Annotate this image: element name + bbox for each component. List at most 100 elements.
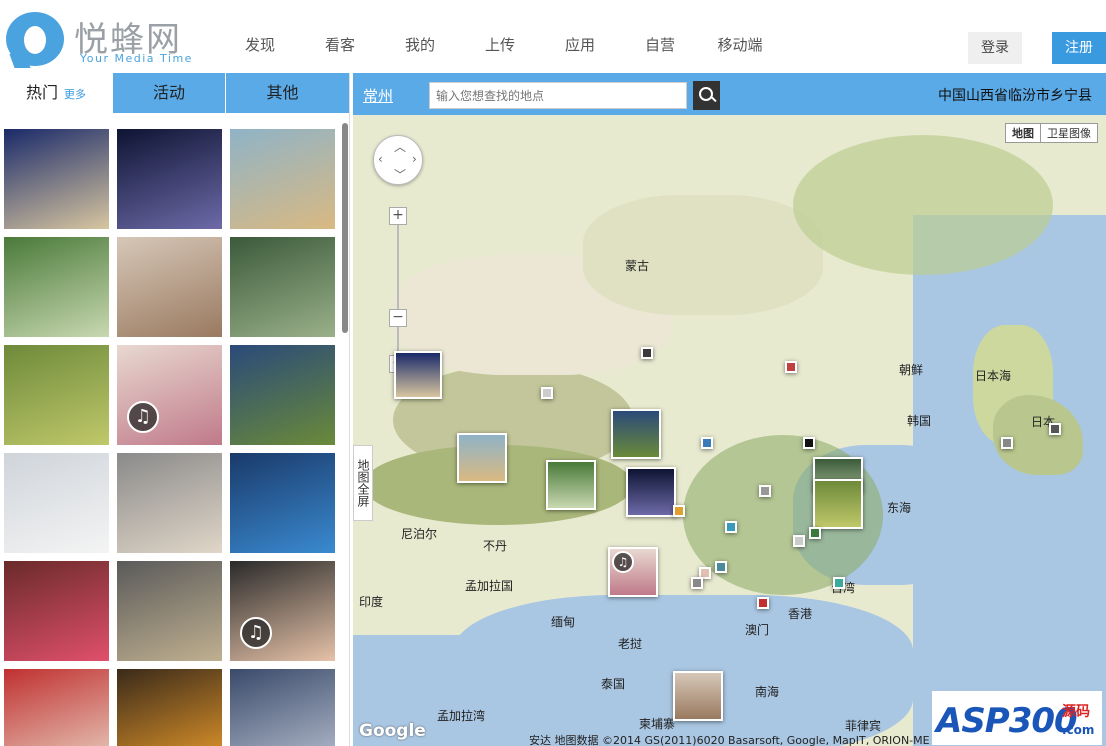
zoom-in-button[interactable]: +: [389, 207, 407, 225]
nav-apps[interactable]: 应用: [540, 34, 620, 58]
map-photo-pin-small[interactable]: [793, 535, 805, 547]
tab-other[interactable]: 其他: [226, 73, 339, 113]
map-type-map[interactable]: 地图: [1006, 124, 1041, 142]
map-photo-pin-small[interactable]: [641, 347, 653, 359]
map-photo-pin-small[interactable]: [785, 361, 797, 373]
photo-thumbnail[interactable]: [4, 129, 109, 229]
pan-control-icon[interactable]: ︿ ﹀ ‹ ›: [373, 135, 423, 185]
map-photo-pin-small[interactable]: [757, 597, 769, 609]
photo-image: [4, 129, 109, 229]
photo-thumbnail[interactable]: [117, 453, 222, 553]
photo-thumbnail[interactable]: [117, 129, 222, 229]
more-link[interactable]: 更多: [64, 88, 86, 101]
watermark-sub1: 源码: [1062, 704, 1090, 720]
map-photo-pin-small[interactable]: [833, 577, 845, 589]
register-button[interactable]: 注册: [1052, 32, 1106, 64]
map-photo-pin[interactable]: [394, 351, 442, 399]
map-photo-pin[interactable]: [813, 479, 863, 529]
map-toolbar: 常州 中国山西省临汾市乡宁县: [353, 73, 1106, 115]
photo-thumbnail[interactable]: [4, 237, 109, 337]
nav-discover[interactable]: 发现: [220, 34, 300, 58]
photo-thumbnail[interactable]: [4, 345, 109, 445]
photo-image: [117, 453, 222, 553]
photo-thumbnail[interactable]: [4, 453, 109, 553]
map-photo-pin[interactable]: ♫: [608, 547, 658, 597]
photo-thumbnail[interactable]: [4, 669, 109, 746]
nav-mobile[interactable]: 移动端: [700, 34, 780, 58]
map-label-south-china-sea: 南海: [755, 685, 780, 699]
map-photo-pin[interactable]: [673, 671, 723, 721]
map-photo-pin-small[interactable]: [803, 437, 815, 449]
map-panel: 常州 中国山西省临汾市乡宁县 蒙古 朝鲜 韩国 日本海 日本 东海 尼泊尔 不丹…: [353, 73, 1106, 746]
map-fullscreen-button[interactable]: 地图全屏: [353, 445, 373, 521]
watermark-logo: ASP300 源码 .com: [932, 691, 1102, 745]
map-attribution: 安达 地图数据 ©2014 GS(2011)6020 Basarsoft, Go…: [529, 734, 930, 746]
photo-image: [230, 669, 335, 746]
map-photo-pin-small[interactable]: [673, 505, 685, 517]
photo-thumbnail[interactable]: ♫: [230, 561, 335, 661]
music-note-icon: ♫: [127, 401, 159, 433]
map-photo-pin-small[interactable]: [701, 437, 713, 449]
map-photo-pin-small[interactable]: [809, 527, 821, 539]
map-photo-pin-small[interactable]: [1001, 437, 1013, 449]
photo-image: [230, 453, 335, 553]
google-logo: Google: [359, 721, 426, 741]
photo-image: [4, 345, 109, 445]
map-label-thailand: 泰国: [601, 677, 626, 691]
map-photo-pin-small[interactable]: [541, 387, 553, 399]
zoom-slider-track[interactable]: [397, 215, 399, 365]
nav-self-run[interactable]: 自营: [620, 34, 700, 58]
map-label-south-korea: 韩国: [907, 414, 932, 428]
map-label-hong-kong: 香港: [788, 607, 813, 621]
map-photo-pin-small[interactable]: [691, 577, 703, 589]
tab-hot[interactable]: 热门 更多: [0, 73, 113, 113]
map-photo-pin[interactable]: [546, 460, 596, 510]
scrollbar[interactable]: [342, 123, 348, 333]
photo-image: [4, 453, 109, 553]
category-tabs: 热门 更多 活动 其他: [0, 73, 349, 113]
map-photo-pin[interactable]: [611, 409, 661, 459]
photo-thumbnail[interactable]: [230, 345, 335, 445]
photo-image: [230, 129, 335, 229]
photo-thumbnail[interactable]: [230, 129, 335, 229]
map-label-cambodia: 柬埔寨: [639, 717, 676, 731]
main-nav: 发现 看客 我的 上传 应用 自营 移动端: [220, 34, 780, 58]
photo-thumbnail[interactable]: [117, 669, 222, 746]
zoom-slider-handle[interactable]: −: [389, 309, 407, 327]
photo-image: [117, 237, 222, 337]
nav-viewer[interactable]: 看客: [300, 34, 380, 58]
city-link[interactable]: 常州: [363, 85, 393, 106]
login-button[interactable]: 登录: [968, 32, 1022, 64]
nav-upload[interactable]: 上传: [460, 34, 540, 58]
map-label-bangladesh: 孟加拉国: [465, 579, 514, 593]
photo-thumbnail[interactable]: [4, 561, 109, 661]
map-label-macau: 澳门: [745, 623, 770, 637]
map-canvas[interactable]: 蒙古 朝鲜 韩国 日本海 日本 东海 尼泊尔 不丹 孟加拉国 印度 缅甸 老挝 …: [353, 115, 1106, 746]
map-photo-pin-small[interactable]: [725, 521, 737, 533]
photo-thumbnail[interactable]: [230, 237, 335, 337]
tab-activity[interactable]: 活动: [113, 73, 226, 113]
photo-thumbnail[interactable]: [117, 237, 222, 337]
photo-image: [117, 129, 222, 229]
map-label-bay-of-bengal: 孟加拉湾: [437, 709, 486, 723]
photo-thumbnail[interactable]: [230, 669, 335, 746]
map-photo-pin[interactable]: [457, 433, 507, 483]
map-label-mongolia: 蒙古: [625, 259, 650, 273]
map-photo-pin-small[interactable]: [715, 561, 727, 573]
search-icon[interactable]: [693, 81, 720, 110]
map-photo-pin-small[interactable]: [759, 485, 771, 497]
map-photo-pin-small[interactable]: [1049, 423, 1061, 435]
photo-thumbnail[interactable]: ♫: [117, 345, 222, 445]
map-label-sea-of-japan: 日本海: [975, 369, 1012, 383]
photo-thumbnail[interactable]: [117, 561, 222, 661]
map-photo-pin[interactable]: [626, 467, 676, 517]
music-note-icon: ♫: [240, 617, 272, 649]
map-label-myanmar: 缅甸: [551, 615, 576, 629]
site-logo[interactable]: 悦蜂网 Your Media Time: [6, 10, 206, 68]
nav-mine[interactable]: 我的: [380, 34, 460, 58]
map-label-bhutan: 不丹: [483, 539, 508, 553]
map-type-satellite[interactable]: 卫星图像: [1041, 124, 1097, 142]
map-type-switch: 地图 卫星图像: [1005, 123, 1098, 143]
location-search-input[interactable]: [429, 82, 687, 109]
photo-thumbnail[interactable]: [230, 453, 335, 553]
